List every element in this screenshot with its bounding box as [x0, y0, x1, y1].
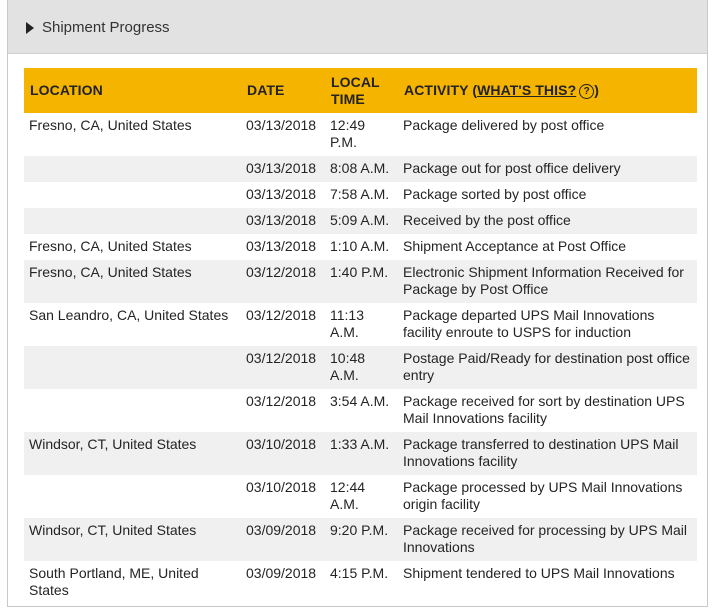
date-cell: 03/09/2018 — [241, 518, 325, 561]
table-row: Fresno, CA, United States 03/13/2018 1:10 … — [24, 234, 697, 260]
table-row: Windsor, CT, United States 03/10/2018 1:33… — [24, 432, 697, 475]
activity-cell: Postage Paid/Ready for destination post … — [398, 346, 697, 389]
activity-cell: Package delivered by post office — [403, 117, 605, 133]
activity-cell: Package sorted by post office — [403, 186, 587, 202]
panel-title: Shipment Progress — [42, 19, 170, 36]
caret-right-icon — [26, 22, 34, 34]
table-row: South Portland, ME, United States 03/09/2… — [24, 561, 697, 604]
time-cell: 10:48 A.M. — [325, 346, 398, 389]
date-cell: 03/13/2018 — [246, 186, 317, 202]
question-circle-icon[interactable]: ? — [579, 84, 595, 99]
table-row: 03/13/2018 8:08 A.M. Package out for post … — [24, 156, 697, 182]
column-header-date: DATE — [241, 68, 325, 113]
location-cell — [24, 389, 241, 432]
location-cell: Fresno, CA, United States — [24, 260, 241, 303]
time-cell: 1:40 P.M. — [325, 260, 398, 303]
location-cell — [24, 208, 241, 234]
location-cell — [24, 475, 241, 518]
date-cell: 03/10/2018 — [241, 432, 325, 475]
activity-header-close: ) — [594, 82, 599, 98]
table-row: Fresno, CA, United States 03/12/2018 1:40 … — [24, 260, 697, 303]
location-cell — [24, 182, 241, 208]
activity-cell: Package transferred to destination UPS M… — [398, 432, 697, 475]
time-cell: 3:54 A.M. — [330, 393, 390, 409]
date-cell: 03/12/2018 — [246, 393, 317, 409]
table-row: Fresno, CA, United States 03/13/2018 12:49… — [24, 113, 697, 156]
table-body: Fresno, CA, United States 03/13/2018 12:49… — [24, 113, 697, 604]
activity-cell: Shipment tendered to UPS Mail Innovation… — [403, 565, 675, 581]
date-cell: 03/13/2018 — [246, 117, 317, 133]
activity-cell: Package departed UPS Mail Innovations fa… — [403, 307, 655, 340]
table-row: 03/13/2018 5:09 A.M. Received by the post … — [24, 208, 697, 234]
location-cell: South Portland, ME, United States — [29, 565, 199, 598]
activity-cell: Package out for post office delivery — [398, 156, 697, 182]
table-row: 03/13/2018 7:58 A.M. Package sorted by pos… — [24, 182, 697, 208]
activity-header-label: ACTIVITY ( — [404, 82, 478, 98]
date-cell: 03/13/2018 — [241, 208, 325, 234]
location-cell: Fresno, CA, United States — [29, 238, 192, 254]
location-cell: Windsor, CT, United States — [24, 518, 241, 561]
activity-cell: Package received for sort by destination… — [403, 393, 685, 426]
date-cell: 03/10/2018 — [246, 479, 317, 495]
shipment-progress-panel: Shipment Progress LOCATION DATE LOCAL TI… — [7, 0, 708, 607]
column-header-location: LOCATION — [24, 68, 241, 113]
table-row: 03/12/2018 3:54 A.M. Package received for … — [24, 389, 697, 432]
date-cell: 03/09/2018 — [246, 565, 317, 581]
table-row: 03/12/2018 10:48 A.M. Postage Paid/Ready f… — [24, 346, 697, 389]
column-header-activity: ACTIVITY (WHAT'S THIS??) — [398, 68, 697, 113]
time-cell: 11:13 A.M. — [330, 307, 364, 340]
date-cell: 03/13/2018 — [241, 156, 325, 182]
table-row: Windsor, CT, United States 03/09/2018 9:20… — [24, 518, 697, 561]
time-cell: 1:10 A.M. — [330, 238, 390, 254]
activity-cell: Electronic Shipment Information Received… — [398, 260, 697, 303]
time-cell: 1:33 A.M. — [325, 432, 398, 475]
whats-this-link[interactable]: WHAT'S THIS? — [477, 82, 576, 98]
time-cell: 12:49 P.M. — [330, 117, 366, 150]
location-cell: San Leandro, CA, United States — [29, 307, 229, 323]
column-header-local-time: LOCAL TIME — [325, 68, 398, 113]
time-cell: 5:09 A.M. — [325, 208, 398, 234]
date-cell: 03/12/2018 — [246, 307, 317, 323]
shipment-progress-toggle[interactable]: Shipment Progress — [8, 0, 707, 54]
location-cell: Fresno, CA, United States — [29, 117, 192, 133]
activity-cell: Package processed by UPS Mail Innovation… — [403, 479, 683, 512]
location-cell: Windsor, CT, United States — [24, 432, 241, 475]
time-cell: 8:08 A.M. — [325, 156, 398, 182]
location-cell — [24, 156, 241, 182]
table-row: San Leandro, CA, United States 03/12/2018… — [24, 303, 697, 346]
location-cell — [24, 346, 241, 389]
time-cell: 4:15 P.M. — [330, 565, 389, 581]
time-cell: 7:58 A.M. — [330, 186, 390, 202]
date-cell: 03/13/2018 — [246, 238, 317, 254]
activity-cell: Shipment Acceptance at Post Office — [403, 238, 627, 254]
time-cell: 12:44 A.M. — [330, 479, 366, 512]
activity-cell: Received by the post office — [398, 208, 697, 234]
time-cell: 9:20 P.M. — [325, 518, 398, 561]
table-header-row: LOCATION DATE LOCAL TIME ACTIVITY (WHAT'… — [24, 68, 697, 113]
shipment-progress-table: LOCATION DATE LOCAL TIME ACTIVITY (WHAT'… — [24, 68, 697, 604]
activity-cell: Package received for processing by UPS M… — [398, 518, 697, 561]
date-cell: 03/12/2018 — [241, 346, 325, 389]
date-cell: 03/12/2018 — [241, 260, 325, 303]
table-row: 03/10/2018 12:44 A.M. Package processed by… — [24, 475, 697, 518]
